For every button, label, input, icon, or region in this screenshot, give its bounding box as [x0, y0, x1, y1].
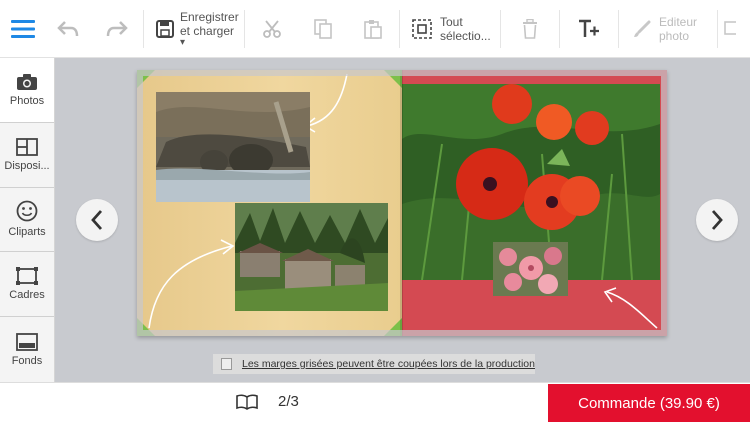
- save-label-line1: Enregistrer: [180, 9, 239, 24]
- previous-page-button[interactable]: [76, 199, 118, 241]
- photo-image: [235, 203, 388, 311]
- corner-marker: [137, 318, 155, 336]
- editor-canvas: Les marges grisées peuvent être coupées …: [55, 58, 750, 382]
- layout-icon: [16, 137, 38, 156]
- menu-button[interactable]: [0, 0, 45, 58]
- corner-marker: [137, 70, 155, 88]
- chevron-left-icon: [91, 210, 103, 230]
- sidebar-item-layouts[interactable]: Disposi...: [0, 123, 54, 188]
- photo-cave-waterfall[interactable]: [156, 92, 310, 202]
- hamburger-icon: [10, 19, 35, 38]
- select-all-button[interactable]: Tout sélectio...: [400, 0, 500, 58]
- sidebar-item-label: Cadres: [9, 289, 45, 302]
- partial-tool-icon: [724, 20, 736, 35]
- next-page-button[interactable]: [696, 199, 738, 241]
- sidebar-item-label: Photos: [9, 94, 45, 107]
- right-page[interactable]: [402, 70, 667, 336]
- select-all-line1: Tout: [440, 14, 463, 29]
- sidebar: Photos Disposi... Cliparts Cadres Fonds: [0, 58, 55, 382]
- background-icon: [16, 332, 38, 351]
- photo-image: [156, 92, 310, 202]
- smiley-icon: [16, 201, 38, 222]
- save-and-upload-button[interactable]: Enregistrer et charger ▾: [144, 0, 244, 58]
- redo-button[interactable]: [91, 0, 143, 58]
- page-number: 2/3: [278, 393, 299, 410]
- sidebar-item-frames[interactable]: Cadres: [0, 252, 54, 318]
- photo-stone-village[interactable]: [235, 203, 388, 311]
- undo-button[interactable]: [45, 0, 91, 58]
- delete-button[interactable]: [501, 0, 559, 58]
- page-indicator[interactable]: 2/3: [236, 393, 299, 410]
- sidebar-item-backgrounds[interactable]: Fonds: [0, 317, 54, 382]
- select-all-line2: sélectio...: [440, 28, 491, 43]
- sidebar-item-label: Disposi...: [4, 159, 50, 172]
- save-label-line2: et charger: [180, 23, 235, 38]
- save-icon: [156, 19, 174, 38]
- margin-warning-text[interactable]: Les marges grisées peuvent être coupées …: [242, 358, 535, 370]
- camera-icon: [17, 73, 37, 90]
- copy-icon: [314, 18, 332, 39]
- sidebar-item-label: Cliparts: [8, 226, 46, 239]
- photo-editor-line2: photo: [659, 28, 690, 43]
- photo-editor-button[interactable]: Editeur photo: [619, 0, 717, 58]
- add-text-icon: [579, 19, 599, 37]
- sidebar-item-label: Fonds: [11, 354, 43, 367]
- book-spine: [400, 70, 403, 336]
- left-page[interactable]: [137, 70, 402, 336]
- photo-book-spread[interactable]: [137, 70, 667, 336]
- order-button[interactable]: Commande (39.90 €): [548, 384, 750, 422]
- copy-button[interactable]: [299, 0, 347, 58]
- save-caret: ▾: [180, 36, 186, 48]
- redo-icon: [106, 20, 128, 36]
- sidebar-item-photos[interactable]: Photos: [0, 58, 54, 123]
- scissors-icon: [263, 19, 281, 38]
- bottom-bar: 2/3 Commande (39.90 €): [0, 382, 750, 422]
- margin-warning[interactable]: Les marges grisées peuvent être coupées …: [213, 354, 535, 374]
- select-all-icon: [412, 18, 432, 39]
- decorative-arrow-clipart: [603, 287, 658, 329]
- chevron-right-icon: [711, 210, 723, 230]
- photo-editor-line1: Editeur: [659, 14, 698, 29]
- trash-icon: [523, 18, 537, 39]
- cut-button[interactable]: [245, 0, 299, 58]
- margin-warning-checkbox[interactable]: [221, 358, 232, 370]
- frame-icon: [16, 267, 38, 286]
- paste-icon: [364, 19, 382, 39]
- brush-icon: [634, 20, 651, 37]
- undo-icon: [57, 20, 79, 36]
- sidebar-item-cliparts[interactable]: Cliparts: [0, 188, 54, 253]
- open-book-icon: [236, 394, 258, 410]
- paste-button[interactable]: [347, 0, 399, 58]
- toolbar: Enregistrer et charger ▾ Tout sélectio..…: [0, 0, 750, 58]
- add-text-button[interactable]: [560, 0, 618, 58]
- more-tools-button[interactable]: [718, 0, 736, 58]
